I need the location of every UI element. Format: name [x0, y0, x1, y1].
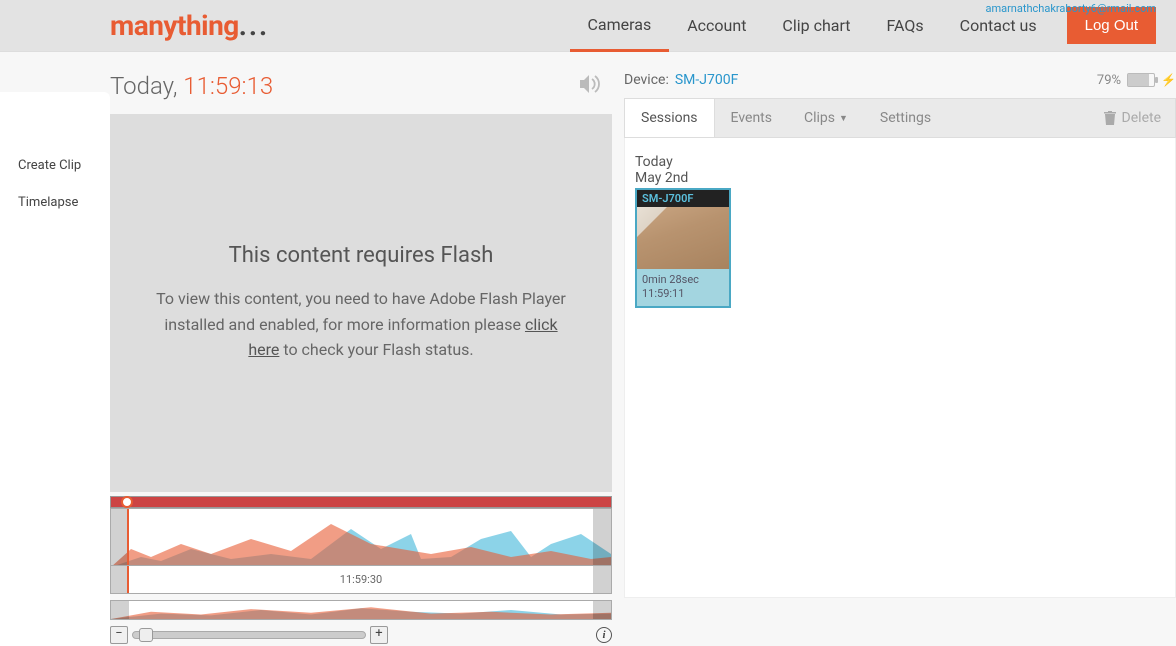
video-header: Today, 11:59:13: [110, 72, 612, 114]
content-area: Create Clip Timelapse Today, 11:59:13 Th…: [0, 52, 1176, 646]
top-bar: amarnathchakraborty6@rmail.com manything…: [0, 0, 1176, 52]
video-day-label: Today,: [110, 72, 183, 100]
session-date-label: May 2nd: [635, 170, 1165, 186]
timeline-handle[interactable]: [121, 496, 133, 508]
device-name[interactable]: SM-J700F: [675, 72, 738, 88]
ruler-playhead: [127, 566, 129, 593]
sessions-panel: Today May 2nd SM-J700F 0min 28sec 11:59:…: [624, 138, 1176, 598]
battery-percent: 79%: [1097, 73, 1121, 88]
sidebar-create-clip[interactable]: Create Clip: [8, 152, 102, 179]
logo-text: manything: [110, 9, 239, 42]
timeline-tick-label: 11:59:30: [340, 573, 382, 586]
zoom-out-button[interactable]: −: [110, 626, 128, 644]
motion-chart[interactable]: [110, 508, 612, 566]
zoom-slider-thumb[interactable]: [139, 628, 153, 642]
flash-text-part2: to check your Flash status.: [279, 340, 473, 359]
tab-events[interactable]: Events: [715, 99, 788, 137]
user-email-link[interactable]: amarnathchakraborty6@rmail.com: [985, 2, 1156, 15]
mini-mask-left: [111, 601, 129, 619]
sound-icon[interactable]: [578, 74, 602, 98]
delete-button[interactable]: Delete: [1090, 110, 1175, 126]
timeline: 11:59:30 − + i: [110, 496, 612, 644]
timeline-ruler: 11:59:30: [110, 566, 612, 594]
logo-dots: ...: [239, 9, 269, 42]
device-label: Device:: [624, 72, 669, 88]
delete-label: Delete: [1122, 110, 1161, 126]
battery-icon: [1127, 73, 1155, 87]
session-card-title: SM-J700F: [637, 190, 729, 207]
zoom-controls: − + i: [110, 626, 612, 644]
nav-account[interactable]: Account: [669, 0, 764, 52]
tab-clips-label: Clips: [804, 110, 835, 126]
nav-faqs[interactable]: FAQs: [869, 0, 942, 52]
flash-required-title: This content requires Flash: [229, 243, 494, 268]
tab-settings[interactable]: Settings: [864, 99, 947, 137]
battery-fill: [1128, 74, 1149, 86]
session-time: 11:59:11: [642, 287, 724, 301]
video-time: 11:59:13: [183, 72, 273, 100]
battery-status: 79% ⚡: [1097, 73, 1176, 88]
tab-clips[interactable]: Clips ▼: [788, 99, 864, 137]
plug-icon: ⚡: [1161, 73, 1176, 87]
timeline-scrubber[interactable]: [110, 496, 612, 508]
session-meta: 0min 28sec 11:59:11: [637, 269, 729, 306]
flash-text-part1: To view this content, you need to have A…: [156, 289, 566, 334]
tab-sessions[interactable]: Sessions: [625, 99, 715, 137]
video-player: This content requires Flash To view this…: [110, 114, 612, 492]
device-row: Device: SM-J700F 79% ⚡: [624, 72, 1176, 98]
session-card[interactable]: SM-J700F 0min 28sec 11:59:11: [635, 188, 731, 308]
session-duration: 0min 28sec: [642, 273, 724, 287]
nav-cameras[interactable]: Cameras: [570, 0, 670, 52]
right-panel: Device: SM-J700F 79% ⚡ Sessions Events C…: [612, 52, 1176, 646]
nav-clip-chart[interactable]: Clip chart: [764, 0, 868, 52]
chevron-down-icon: ▼: [839, 113, 848, 124]
info-icon[interactable]: i: [596, 627, 612, 643]
session-thumbnail: [637, 207, 729, 269]
chart-mask-right: [593, 509, 611, 565]
trash-icon: [1104, 111, 1116, 125]
left-sidebar: Create Clip Timelapse: [0, 92, 110, 646]
flash-required-text: To view this content, you need to have A…: [150, 286, 572, 363]
center-panel: Today, 11:59:13 This content requires Fl…: [110, 52, 612, 646]
zoom-slider[interactable]: [132, 631, 366, 639]
sidebar-timelapse[interactable]: Timelapse: [8, 189, 102, 216]
video-title: Today, 11:59:13: [110, 72, 273, 100]
mini-timeline[interactable]: [110, 600, 612, 620]
zoom-in-button[interactable]: +: [370, 626, 388, 644]
mini-mask-right: [593, 601, 611, 619]
tabs-bar: Sessions Events Clips ▼ Settings Delete: [624, 98, 1176, 138]
ruler-mask-right: [593, 566, 611, 593]
session-day-label: Today: [635, 154, 1165, 170]
playhead-line: [127, 509, 129, 565]
logo[interactable]: manything...: [110, 9, 269, 42]
